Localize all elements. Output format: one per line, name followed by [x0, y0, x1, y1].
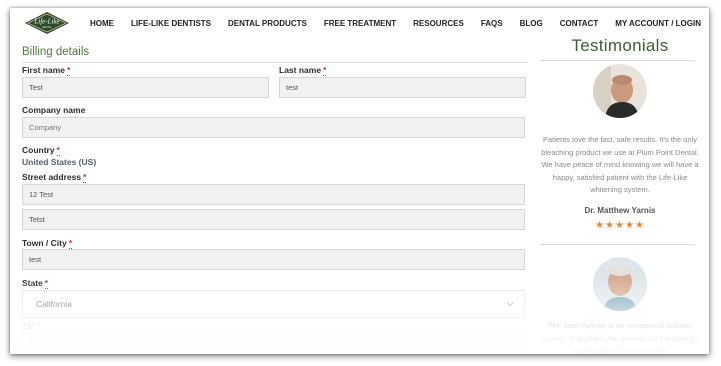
nav-life-like-dentists[interactable]: LIFE-LIKE DENTISTS: [131, 19, 211, 28]
rating-stars-icon: ★★★★★: [595, 220, 645, 231]
avatar-second-testimonial: [593, 257, 647, 311]
nav-contact[interactable]: CONTACT: [560, 19, 599, 28]
zip-input[interactable]: 95000: [22, 333, 525, 354]
browser-frame: Life-Like DENTAL HOME LIFE-LIKE DENTISTS…: [10, 8, 709, 354]
first-name-label: First name *: [22, 65, 71, 76]
testimonial-quote-2: The Seal-Syringe is an exceptional deliv…: [541, 321, 699, 354]
last-name-label: Last name *: [279, 65, 327, 76]
svg-text:DENTAL: DENTAL: [42, 26, 52, 29]
testimonials-divider: [540, 60, 695, 61]
testimonial-separator: [540, 244, 695, 245]
state-label: State *: [22, 278, 49, 289]
last-name-input[interactable]: test: [279, 77, 526, 98]
chevron-down-icon: [506, 302, 514, 307]
company-input[interactable]: Company: [22, 117, 525, 138]
nav-free-treatment[interactable]: FREE TREATMENT: [324, 19, 396, 28]
main-nav: HOME LIFE-LIKE DENTISTS DENTAL PRODUCTS …: [90, 19, 709, 28]
heading-divider: [22, 62, 528, 63]
state-select-value: California: [36, 299, 72, 309]
country-value: United States (US): [22, 157, 97, 167]
town-city-label: Town / City *: [22, 238, 73, 249]
nav-dental-products[interactable]: DENTAL PRODUCTS: [228, 19, 307, 28]
billing-details-heading: Billing details: [22, 46, 90, 58]
country-label: Country *: [22, 145, 60, 156]
town-city-input[interactable]: test: [22, 249, 525, 270]
svg-text:Life-Like: Life-Like: [33, 18, 59, 26]
street-address-line-2-input[interactable]: Tetst: [22, 209, 525, 230]
street-address-label: Street address *: [22, 172, 87, 183]
nav-faqs[interactable]: FAQS: [481, 19, 503, 28]
nav-blog[interactable]: BLOG: [520, 19, 543, 28]
testimonial-quote-1: Patients love the fast, safe results. It…: [541, 135, 699, 194]
street-address-line-1-input[interactable]: 12 Test: [22, 184, 525, 205]
testimonial-author-1: Dr. Matthew Yarnis: [584, 206, 656, 215]
company-name-label: Company name: [22, 105, 86, 115]
life-like-logo[interactable]: Life-Like DENTAL: [24, 11, 70, 35]
testimonials-heading: Testimonials: [571, 36, 669, 55]
nav-home[interactable]: HOME: [90, 19, 114, 28]
avatar-dr-matthew-yarnis: [593, 64, 647, 118]
nav-resources[interactable]: RESOURCES: [413, 19, 464, 28]
first-name-input[interactable]: Test: [22, 77, 269, 98]
nav-my-account-login[interactable]: MY ACCOUNT / LOGIN: [615, 19, 701, 28]
state-select[interactable]: California: [22, 290, 525, 318]
zip-label: ZIP *: [22, 321, 41, 332]
